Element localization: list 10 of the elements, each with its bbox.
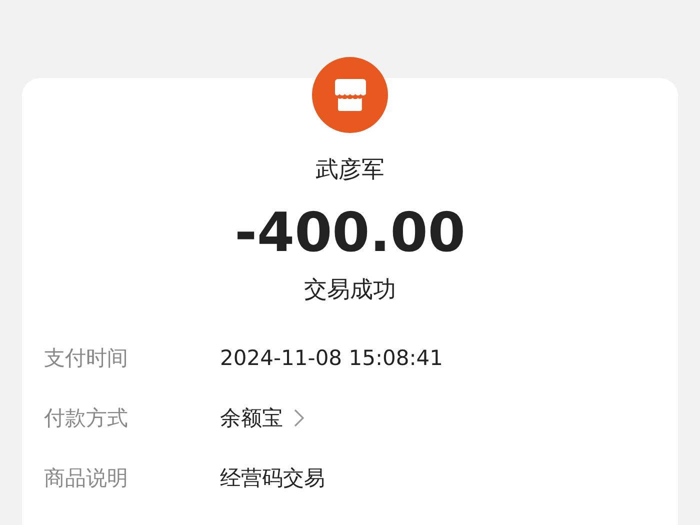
detail-value[interactable]: 余额宝 — [220, 404, 283, 432]
chevron-right-icon[interactable] — [293, 408, 305, 428]
amount: -400.00 — [234, 201, 466, 265]
detail-label: 商品说明 — [44, 465, 129, 492]
detail-value: 经营码交易 — [220, 465, 325, 492]
detail-value: 2024-11-08 15:08:41 — [220, 346, 444, 370]
merchant-name: 武彦军 — [316, 156, 384, 185]
detail-label: 付款方式 — [44, 405, 129, 432]
transaction-status: 交易成功 — [304, 276, 396, 305]
detail-label: 支付时间 — [44, 345, 129, 372]
